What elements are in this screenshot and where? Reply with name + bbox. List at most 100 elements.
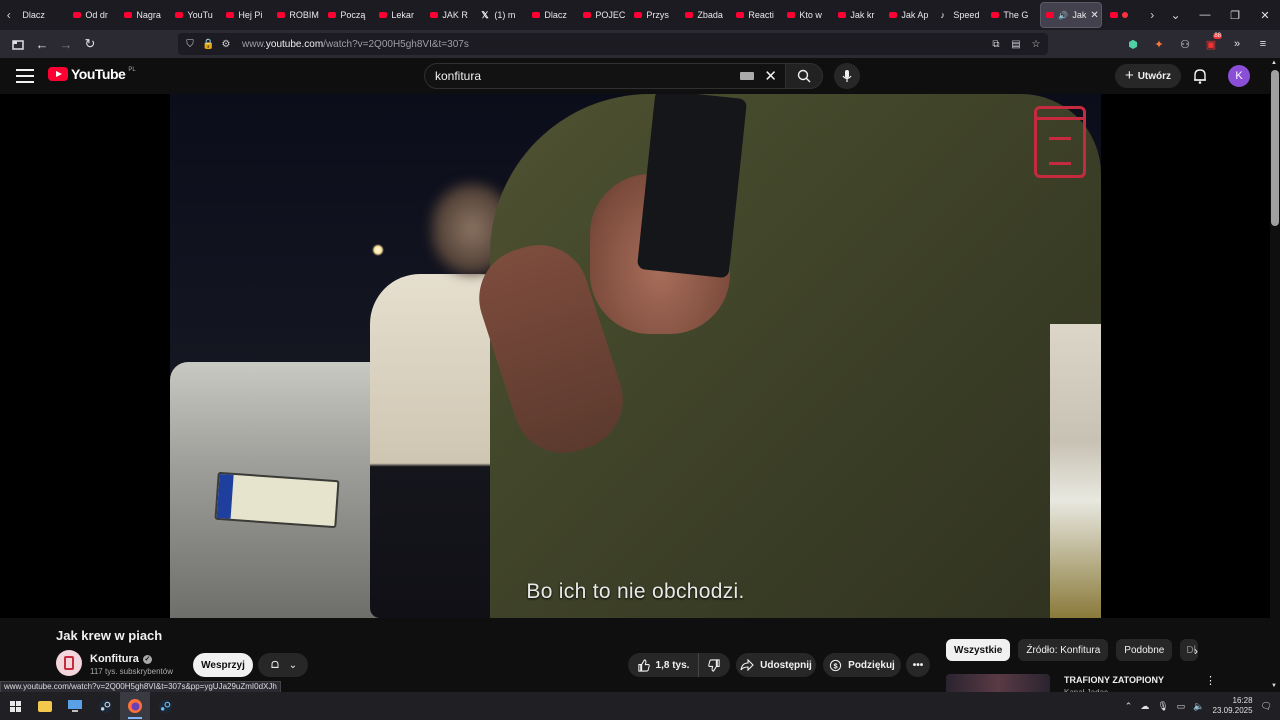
browser-tab[interactable]: POJEC [578, 2, 629, 28]
voice-search-button[interactable] [834, 63, 860, 89]
recommended-thumbnail[interactable] [946, 674, 1050, 692]
thanks-button[interactable]: $ Podziękuj [823, 653, 901, 677]
account-avatar[interactable]: K [1228, 65, 1250, 87]
channel-watermark-icon[interactable] [1034, 106, 1086, 178]
tracking-protection-icon[interactable]: ⛉ [184, 39, 196, 50]
like-button[interactable]: 1,8 tys. [628, 653, 698, 677]
permissions-icon[interactable]: ⚙ [220, 39, 232, 50]
taskbar-steam[interactable] [90, 692, 120, 720]
subscribed-bell-button[interactable]: ⌄ [258, 653, 308, 677]
create-button[interactable]: + Utwórz [1115, 64, 1181, 88]
clock[interactable]: 16:28 23.09.2025 [1213, 696, 1253, 716]
tab-list-dropdown-button[interactable]: ⌄ [1161, 0, 1190, 30]
back-button[interactable]: ← [30, 32, 54, 56]
taskbar-steam-second[interactable] [150, 692, 180, 720]
browser-tab[interactable]: Zbada [680, 2, 731, 28]
extension-badge-icon[interactable]: ▣ 88 [1200, 33, 1222, 55]
youtube-play-icon [48, 67, 68, 81]
browser-tab[interactable]: Nagra [119, 2, 170, 28]
firefox-view-button[interactable] [6, 32, 30, 56]
dislike-button[interactable] [698, 653, 730, 677]
support-button[interactable]: Wesprzyj [193, 653, 253, 677]
tab-active[interactable]: 🔊 Jak ✕ [1040, 2, 1102, 28]
browser-tab[interactable]: The G [986, 2, 1037, 28]
notifications-button[interactable] [1190, 66, 1210, 86]
notifications-center-icon[interactable]: 🗨 [1261, 701, 1272, 712]
browser-tab[interactable]: Jak kr [833, 2, 884, 28]
keyboard-icon[interactable] [740, 72, 755, 80]
browser-tab[interactable]: Przys [629, 2, 680, 28]
network-icon[interactable]: ▭ [1177, 701, 1186, 712]
browser-tab[interactable]: Dlacz [527, 2, 578, 28]
microphone-tray-icon[interactable]: 🎙 [1157, 701, 1168, 712]
start-button[interactable] [0, 692, 30, 720]
browser-tab[interactable]: JAK R [425, 2, 476, 28]
taskbar-firefox[interactable] [120, 692, 150, 720]
channel-name-link[interactable]: Konfitura ✓ [90, 653, 152, 665]
browser-tab[interactable]: 𝕏 (1) m [476, 2, 527, 28]
clear-search-icon[interactable]: ✕ [764, 67, 777, 85]
channel-name[interactable]: Konfitura [90, 653, 139, 665]
extension-shield-icon[interactable]: ⬢ [1122, 33, 1144, 55]
browser-tab[interactable]: ♪ Speed [935, 2, 986, 28]
address-bar[interactable]: ⛉ 🔒 ⚙ www.youtube.com/watch?v=2Q00H5gh8V… [178, 33, 1048, 55]
reload-button[interactable]: ↻ [78, 32, 102, 56]
tray-overflow-chevron-icon[interactable]: ⌃ [1125, 701, 1133, 712]
forward-button[interactable]: → [54, 32, 78, 56]
speaker-icon[interactable]: 🔊 [1058, 11, 1068, 20]
youtube-logo[interactable]: YouTube PL [48, 66, 136, 82]
guide-menu-button[interactable] [14, 66, 36, 86]
chip-source-channel[interactable]: Źródło: Konfitura [1018, 639, 1109, 661]
recommended-title[interactable]: TRAFIONY ZATOPIONY [1064, 675, 1164, 685]
share-button[interactable]: Udostępnij [736, 653, 816, 677]
taskbar-app-remote[interactable] [60, 692, 90, 720]
extensions-puzzle-icon[interactable]: ⚇ [1174, 33, 1196, 55]
steam-icon [158, 699, 172, 713]
verified-check-icon: ✓ [142, 654, 152, 664]
more-actions-button[interactable]: ••• [906, 653, 930, 677]
chip-all[interactable]: Wszystkie [946, 639, 1011, 661]
video-frame[interactable]: Bo ich to nie obchodzi. [170, 94, 1101, 618]
tabs-scroll-left-button[interactable]: ‹ [0, 0, 17, 30]
close-tab-icon[interactable]: ✕ [1090, 10, 1098, 21]
youtube-icon [736, 12, 745, 18]
tabs-scroll-right-button[interactable]: › [1144, 0, 1161, 30]
page-scrollbar-thumb[interactable] [1271, 70, 1279, 226]
picture-in-picture-icon[interactable]: ⧉ [990, 39, 1002, 50]
youtube-icon [1109, 12, 1118, 18]
minimize-button[interactable]: — [1190, 0, 1220, 30]
overflow-chevron-icon[interactable]: » [1226, 33, 1248, 55]
bookmark-star-icon[interactable]: ☆ [1030, 39, 1042, 50]
app-menu-icon[interactable]: ≡ [1252, 33, 1274, 55]
browser-tab[interactable]: Hej Pi [221, 2, 272, 28]
more-vertical-icon[interactable]: ⋮ [1205, 674, 1216, 687]
scroll-up-arrow-icon[interactable]: ▲ [1271, 60, 1277, 66]
extension-fox-icon[interactable]: ✦ [1148, 33, 1170, 55]
browser-tab[interactable]: Jak Ap [884, 2, 935, 28]
restore-button[interactable]: ❐ [1220, 0, 1250, 30]
browser-tab[interactable]: Od dr [68, 2, 119, 28]
channel-avatar[interactable] [56, 650, 82, 676]
onedrive-cloud-icon[interactable]: ☁ [1140, 701, 1149, 712]
volume-icon[interactable]: 🔈 [1193, 701, 1204, 712]
reader-view-icon[interactable]: ▤ [1010, 39, 1022, 50]
video-player[interactable]: Bo ich to nie obchodzi. [0, 94, 1270, 618]
url-text[interactable]: www.youtube.com/watch?v=2Q00H5gh8VI&t=30… [242, 39, 469, 50]
chevron-right-icon[interactable]: › [1194, 644, 1198, 658]
browser-tab[interactable]: Kto w [782, 2, 833, 28]
scroll-down-arrow-icon[interactable]: ▼ [1271, 683, 1277, 689]
browser-tab[interactable]: Począ [323, 2, 374, 28]
search-button[interactable] [785, 63, 823, 89]
lock-icon[interactable]: 🔒 [202, 39, 214, 50]
chip-similar[interactable]: Podobne [1116, 639, 1173, 661]
browser-tab[interactable]: Reacti [731, 2, 782, 28]
browser-tab[interactable]: ROBIM [272, 2, 323, 28]
tab-youtube-recording[interactable] [1105, 2, 1144, 28]
taskbar-file-explorer[interactable] [30, 692, 60, 720]
close-window-button[interactable]: ✕ [1250, 0, 1280, 30]
browser-tab[interactable]: YouTu [170, 2, 221, 28]
search-query[interactable]: konfitura [435, 69, 481, 83]
search-input[interactable]: konfitura ✕ [424, 63, 786, 89]
browser-tab[interactable]: Lekar [374, 2, 425, 28]
browser-tab[interactable]: Dlacz [17, 2, 68, 28]
